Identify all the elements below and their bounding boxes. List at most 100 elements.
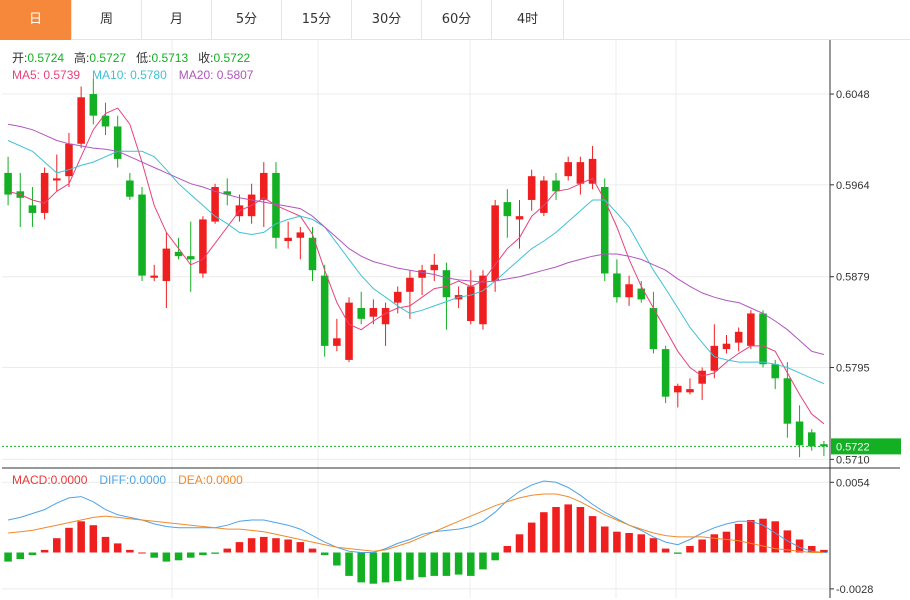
macd-bar-18 — [223, 548, 232, 553]
ma-legend-2: MA20: 0.5807 — [179, 68, 254, 82]
ma-legend-1: MA10: 0.5780 — [92, 68, 167, 82]
candle-body-29 — [357, 308, 365, 319]
candle-body-56 — [686, 389, 694, 393]
info-close-label: 收: — [198, 51, 213, 65]
macd-bar-31 — [381, 552, 390, 583]
macd-bar-24 — [296, 542, 305, 553]
macd-bar-35 — [430, 552, 439, 576]
macd-bar-10 — [126, 549, 134, 553]
macd-bar-41 — [503, 546, 512, 553]
macd-bar-5 — [65, 527, 73, 553]
candle-body-26 — [320, 275, 329, 346]
macd-bar-58 — [710, 534, 719, 553]
candle-body-28 — [345, 302, 353, 360]
candle-body-59 — [722, 343, 731, 350]
candle-body-3 — [40, 172, 49, 213]
candle-body-51 — [625, 284, 633, 298]
info-close-value: 0.5722 — [213, 51, 250, 65]
candle-body-47 — [576, 162, 585, 184]
macd-bar-37 — [454, 552, 463, 575]
candle-body-24 — [296, 232, 305, 238]
macd-bar-30 — [369, 552, 378, 584]
candle-body-63 — [771, 364, 779, 379]
tab-4[interactable]: 15分 — [282, 0, 352, 40]
macd-bar-46 — [564, 504, 572, 553]
candle-body-5 — [65, 143, 73, 177]
candle-body-41 — [503, 202, 512, 217]
macd-bar-42 — [515, 534, 524, 553]
macd-bar-25 — [308, 548, 317, 553]
macd-bar-62 — [759, 518, 767, 553]
candle-body-54 — [661, 349, 670, 397]
candle-body-4 — [53, 178, 61, 181]
macd-tick-label-0: 0.0054 — [836, 477, 870, 489]
macd-bar-56 — [686, 546, 694, 553]
candle-body-16 — [199, 219, 207, 274]
candle-body-9 — [113, 126, 122, 159]
ma-legend-0: MA5: 0.5739 — [12, 68, 80, 82]
tab-0[interactable]: 日 — [0, 0, 72, 40]
macd-bar-44 — [540, 512, 548, 553]
candle-body-23 — [284, 237, 292, 242]
candle-body-40 — [491, 205, 499, 282]
macd-bar-52 — [637, 534, 646, 553]
candle-body-46 — [564, 162, 572, 177]
tab-5[interactable]: 30分 — [352, 0, 422, 40]
current-price-label: 0.5722 — [836, 441, 870, 453]
period-tab-bar: 日周月 5分 15分 30分 60分 4时 — [0, 0, 910, 40]
candle-body-38 — [467, 286, 475, 322]
macd-bar-15 — [186, 552, 195, 558]
macd-bar-40 — [491, 552, 499, 561]
macd-bar-61 — [747, 520, 755, 553]
info-low-label: 低: — [136, 51, 151, 65]
candle-body-27 — [333, 338, 341, 346]
tab-3[interactable]: 5分 — [212, 0, 282, 40]
candle-body-66 — [807, 432, 816, 447]
candle-body-42 — [515, 216, 524, 220]
candle-body-11 — [138, 194, 146, 276]
candle-body-64 — [783, 378, 792, 424]
candle-body-31 — [381, 308, 390, 325]
candle-body-57 — [698, 370, 706, 384]
macd-bar-43 — [527, 522, 536, 553]
candle-body-39 — [479, 275, 487, 325]
candle-body-34 — [418, 270, 426, 278]
macd-bar-32 — [393, 552, 402, 582]
candle-body-65 — [795, 421, 804, 446]
macd-bar-45 — [552, 507, 560, 553]
macd-bar-51 — [625, 533, 633, 553]
macd-bar-26 — [320, 552, 329, 556]
candle-body-50 — [613, 273, 621, 298]
macd-bar-29 — [357, 552, 365, 583]
candle-body-13 — [162, 248, 171, 282]
macd-bar-11 — [138, 552, 146, 554]
tab-1[interactable]: 周 — [72, 0, 142, 40]
tab-6[interactable]: 60分 — [422, 0, 492, 40]
tab-7[interactable]: 4时 — [492, 0, 564, 40]
candle-body-6 — [77, 97, 85, 144]
macd-bar-20 — [247, 538, 256, 553]
candle-body-45 — [552, 180, 560, 192]
candle-body-21 — [260, 172, 268, 200]
macd-bar-60 — [734, 523, 743, 553]
ma-line-ma20 — [8, 123, 825, 355]
price-tick-label-0: 0.6048 — [836, 89, 870, 101]
candle-body-43 — [527, 176, 536, 200]
macd-bar-22 — [272, 538, 280, 553]
macd-bar-6 — [77, 521, 85, 553]
macd-bar-59 — [722, 531, 731, 553]
macd-bar-19 — [235, 542, 244, 553]
candle-body-15 — [186, 256, 195, 260]
price-tick-label-3: 0.5795 — [836, 362, 870, 374]
candle-body-12 — [150, 275, 158, 278]
candlestick-chart: 0.6048 0.5964 0.5879 0.5795 0.5710 0.0054 -0.0… — [2, 40, 901, 598]
candle-body-7 — [89, 94, 98, 116]
macd-bar-38 — [467, 552, 475, 576]
macd-bar-34 — [418, 552, 426, 578]
price-tick-label-1: 0.5964 — [836, 180, 870, 192]
candle-body-30 — [369, 308, 378, 317]
macd-bar-7 — [89, 525, 98, 553]
candle-body-10 — [126, 180, 134, 197]
tab-2[interactable]: 月 — [142, 0, 212, 40]
macd-bar-4 — [53, 538, 61, 553]
